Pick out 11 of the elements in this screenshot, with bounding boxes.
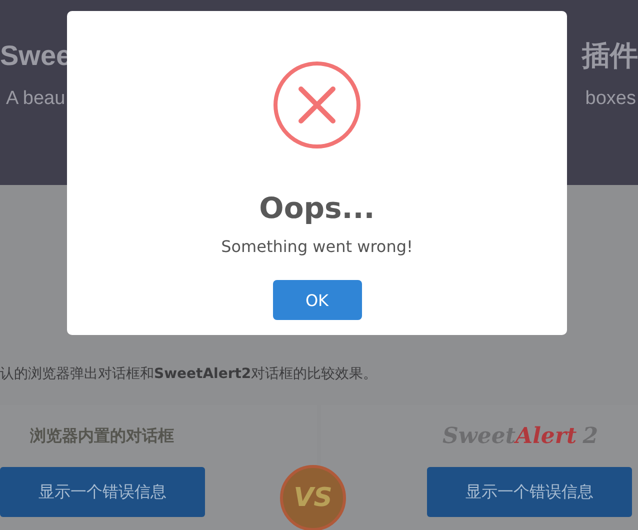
show-error-button[interactable]: 显示一个错误信息	[427, 467, 632, 517]
show-error-button[interactable]: 显示一个错误信息	[0, 467, 205, 517]
page-title: 插件	[582, 39, 638, 73]
ok-button[interactable]: OK	[272, 280, 362, 320]
page-subtitle: A beau	[6, 88, 66, 110]
panel-heading: 浏览器内置的对话框	[30, 426, 174, 446]
intro-text: 认的浏览器弹出对话框和SweetAlert2对话框的比较效果。	[0, 365, 378, 383]
error-icon	[273, 61, 361, 149]
dialog-message: Something went wrong!	[221, 237, 413, 256]
page-subtitle: boxes	[585, 88, 636, 110]
dialog-title: Oops...	[259, 191, 375, 225]
